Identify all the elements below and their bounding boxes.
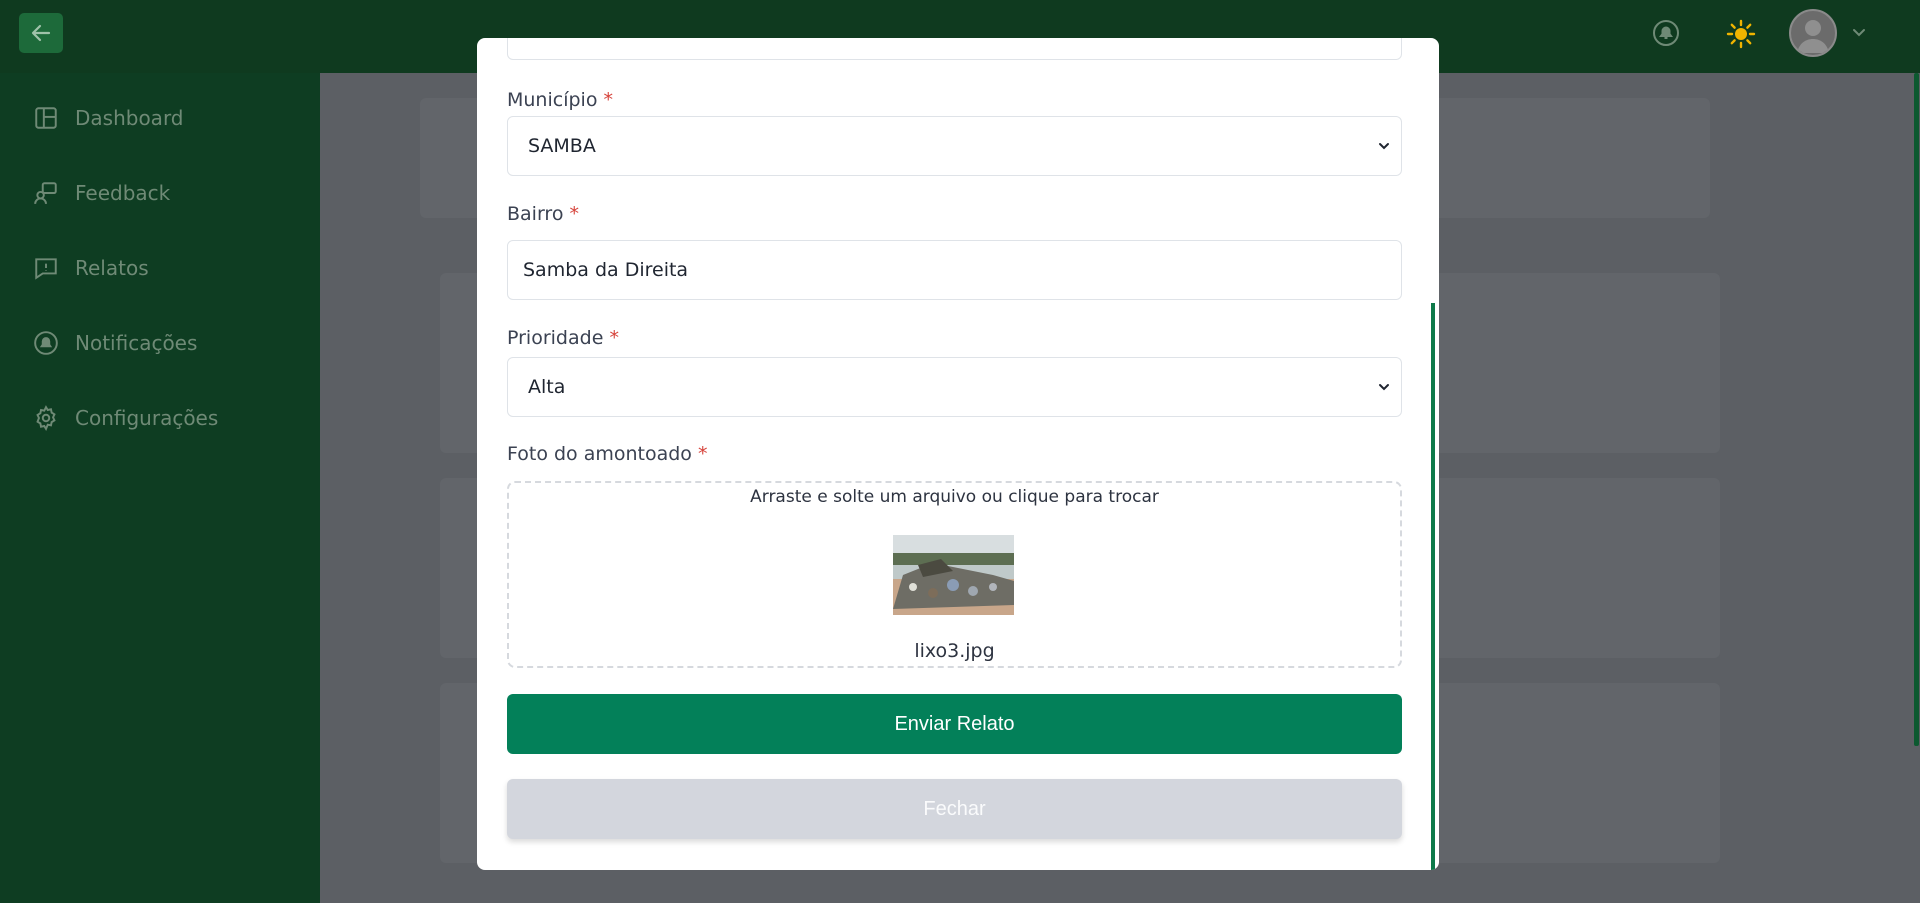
sun-icon[interactable] [1726,19,1756,49]
gear-icon [36,405,56,431]
sidebar-item-label: Configurações [75,406,219,430]
sidebar-item-label: Relatos [75,256,149,280]
page-scrollbar-thumb[interactable] [1914,73,1919,746]
dropzone-text: Arraste e solte um arquivo ou clique par… [750,487,1159,507]
bairro-input[interactable]: Samba da Direita [507,240,1402,300]
sidebar-item-dashboard[interactable]: Dashboard [33,103,184,133]
previous-field[interactable] [507,38,1402,60]
municipio-value: SAMBA [528,135,596,157]
prioridade-select[interactable]: Alta [507,357,1402,417]
sidebar-item-label: Notificações [75,331,198,355]
sidebar-item-feedback[interactable]: Feedback [33,178,170,208]
sidebar-item-label: Feedback [75,181,171,205]
back-button[interactable] [19,13,63,53]
foto-label-text: Foto do amontoado [507,443,692,465]
municipio-label-text: Município [507,89,598,111]
required-mark: * [697,443,708,465]
sidebar-item-relatos[interactable]: Relatos [33,253,149,283]
sidebar-item-label: Dashboard [75,106,184,130]
municipio-select[interactable]: SAMBA [507,116,1402,176]
prioridade-value: Alta [528,376,566,398]
photo-thumbnail [893,535,1014,615]
user-avatar[interactable] [1789,9,1837,57]
sidebar-item-configuracoes[interactable]: Configurações [33,403,218,433]
foto-label: Foto do amontoado * [507,443,707,465]
chevron-down-icon [1379,143,1389,150]
prioridade-label: Prioridade * [507,327,619,349]
prioridade-label-text: Prioridade [507,327,604,349]
bell-icon [34,331,58,355]
modal-scrollbar[interactable] [1431,303,1435,870]
required-mark: * [569,203,580,225]
bairro-label: Bairro * [507,203,579,225]
bairro-value: Samba da Direita [523,259,689,281]
file-name: lixo3.jpg [914,640,995,662]
notification-bell-icon[interactable] [1652,19,1680,47]
chevron-down-icon[interactable] [1851,24,1867,40]
submit-report-button[interactable]: Enviar Relato [507,694,1402,754]
sidebar-item-notificacoes[interactable]: Notificações [33,328,197,358]
required-mark: * [609,327,619,349]
layout-icon [35,107,57,129]
user-icon [1797,20,1829,53]
photo-dropzone[interactable]: Arraste e solte um arquivo ou clique par… [507,481,1402,668]
chevron-down-icon [1379,384,1389,391]
report-icon [35,258,57,280]
bairro-label-text: Bairro [507,203,564,225]
feedback-icon [34,182,57,204]
garbage-photo-image [893,535,1014,615]
report-modal: Município * SAMBA Bairro * Samba da Dire… [477,38,1439,870]
required-mark: * [603,89,614,111]
sidebar: Dashboard Feedback Relatos Notificações … [0,73,320,903]
arrow-left-icon [31,24,51,42]
close-button[interactable]: Fechar [507,779,1402,839]
municipio-label: Município * [507,89,613,111]
